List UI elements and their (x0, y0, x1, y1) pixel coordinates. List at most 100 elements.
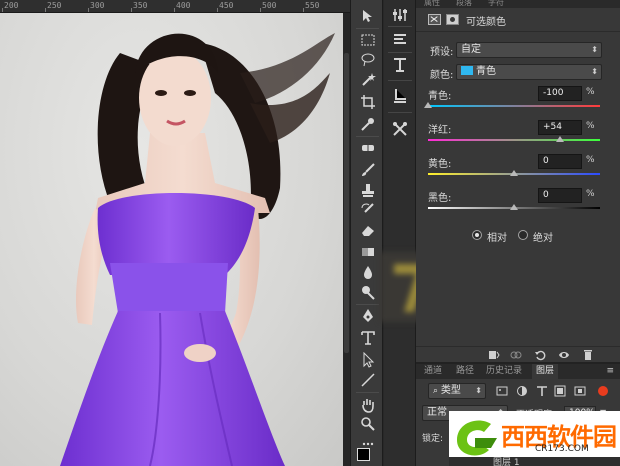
yellow-percent: % (586, 155, 595, 165)
layers-tab-bar: 通道 路径 历史记录 图层 ≡ (416, 364, 620, 379)
crop-tool-icon[interactable] (360, 94, 376, 110)
brush-tool-icon[interactable] (360, 162, 376, 178)
preset-dropdown[interactable]: 自定 ⬍ (456, 42, 602, 58)
colors-dropdown[interactable]: 青色 ⬍ (456, 64, 602, 80)
preset-label: 预设: (430, 47, 454, 58)
paragraph-panel-icon[interactable] (391, 86, 409, 104)
filter-adjustment-icon[interactable] (516, 385, 528, 397)
filter-shape-icon[interactable] (554, 385, 566, 397)
magenta-value-input[interactable]: +54 (538, 120, 582, 135)
magic-wand-icon[interactable] (360, 72, 376, 88)
delete-trash-icon[interactable] (582, 349, 594, 361)
filter-smart-object-icon[interactable] (574, 385, 586, 397)
adjustments-panel-icon[interactable] (391, 6, 409, 24)
tool-presets-icon[interactable] (391, 120, 409, 138)
absolute-radio[interactable] (518, 230, 528, 240)
ruler-tick: 300 (90, 1, 105, 10)
visibility-eye-icon[interactable] (558, 349, 570, 361)
path-selection-icon[interactable] (360, 351, 376, 368)
gradient-tool-icon[interactable] (360, 244, 376, 260)
ruler-tick: 400 (176, 1, 191, 10)
filter-kind-dropdown[interactable]: ⌕ 类型 ⬍ (428, 383, 486, 399)
clip-to-layer-icon[interactable] (488, 349, 500, 361)
layer-row[interactable]: 图层 1 (449, 457, 620, 466)
ruler-tick: 450 (219, 1, 234, 10)
colors-label: 颜色: (430, 70, 454, 81)
clone-stamp-icon[interactable] (360, 182, 376, 198)
horizontal-ruler: 200 250 300 350 400 450 500 550 (0, 0, 350, 13)
black-value-input[interactable]: 0 (538, 188, 582, 203)
tab-channels[interactable]: 通道 (420, 364, 446, 379)
tab-character[interactable]: 字符 (488, 0, 504, 8)
filter-kind-value: 类型 (440, 385, 461, 396)
magenta-label: 洋红: (428, 125, 452, 136)
document-canvas[interactable] (0, 13, 350, 466)
hand-tool-icon[interactable] (360, 397, 376, 413)
properties-tab-bar: 属性 段落 字符 (416, 0, 620, 8)
properties-header: 可选颜色 (416, 8, 620, 32)
canvas-scrollbar[interactable] (343, 13, 350, 466)
black-slider-thumb[interactable] (510, 204, 518, 210)
reset-icon[interactable] (534, 349, 546, 361)
black-label: 黑色: (428, 193, 452, 204)
relative-radio[interactable] (472, 230, 482, 240)
scrollbar-thumb[interactable] (344, 53, 349, 353)
magenta-percent: % (586, 121, 595, 131)
cyan-value-input[interactable]: -100 (538, 86, 582, 101)
dropdown-arrow-icon: ⬍ (591, 67, 598, 76)
panel-dock (384, 0, 416, 466)
panel-menu-icon[interactable]: ≡ (606, 366, 614, 376)
lasso-tool-icon[interactable] (360, 52, 376, 68)
tab-paths[interactable]: 路径 (452, 364, 478, 379)
cyan-label: 青色: (428, 91, 452, 102)
magenta-slider-thumb[interactable] (556, 136, 565, 142)
ruler-tick: 500 (262, 1, 277, 10)
tab-paragraph[interactable]: 段落 (456, 0, 472, 8)
relative-label: 相对 (487, 233, 507, 244)
view-previous-icon[interactable] (510, 349, 522, 361)
yellow-label: 黄色: (428, 159, 452, 170)
eraser-tool-icon[interactable] (360, 222, 376, 238)
ruler-tick: 550 (305, 1, 320, 10)
black-percent: % (586, 189, 595, 199)
ruler-tick: 250 (47, 1, 62, 10)
yellow-slider-thumb[interactable] (510, 170, 518, 176)
dropdown-arrow-icon: ⬍ (591, 45, 598, 54)
tools-panel (350, 0, 383, 466)
zoom-tool-icon[interactable] (360, 416, 376, 432)
character-panel-icon[interactable] (391, 56, 409, 74)
line-tool-icon[interactable] (360, 372, 376, 388)
tab-properties[interactable]: 属性 (424, 0, 440, 8)
tab-layers[interactable]: 图层 (532, 364, 559, 379)
mask-icon[interactable] (446, 14, 459, 25)
yellow-value-input[interactable]: 0 (538, 154, 582, 169)
history-brush-icon[interactable] (360, 202, 376, 218)
panel-title: 可选颜色 (466, 17, 506, 28)
move-tool-icon[interactable] (360, 8, 376, 24)
brush-settings-icon[interactable] (391, 30, 409, 48)
filter-pixel-icon[interactable] (496, 385, 508, 397)
cyan-slider-thumb[interactable] (424, 102, 432, 108)
healing-brush-icon[interactable] (360, 140, 376, 156)
tab-history[interactable]: 历史记录 (482, 364, 526, 379)
ruler-tick: 350 (133, 1, 148, 10)
dodge-tool-icon[interactable] (360, 284, 376, 300)
blend-mode-value: 正常 (427, 407, 447, 418)
photo-illustration (60, 33, 335, 466)
properties-footer (416, 346, 620, 362)
filter-type-icon[interactable] (536, 385, 548, 397)
magenta-slider-track[interactable] (428, 139, 600, 141)
foreground-color-swatch[interactable] (357, 448, 370, 461)
cyan-slider-track[interactable] (428, 105, 600, 107)
layer-name: 图层 1 (493, 458, 520, 466)
blur-tool-icon[interactable] (360, 264, 376, 280)
preset-value: 自定 (461, 44, 481, 55)
color-swatch (461, 66, 473, 75)
filter-toggle[interactable] (598, 386, 608, 396)
eyedropper-icon[interactable] (360, 116, 376, 132)
pen-tool-icon[interactable] (360, 308, 376, 324)
type-tool-icon[interactable] (360, 330, 376, 346)
search-icon: ⌕ (433, 386, 441, 396)
marquee-tool-icon[interactable] (360, 32, 376, 48)
colors-value: 青色 (476, 66, 496, 77)
